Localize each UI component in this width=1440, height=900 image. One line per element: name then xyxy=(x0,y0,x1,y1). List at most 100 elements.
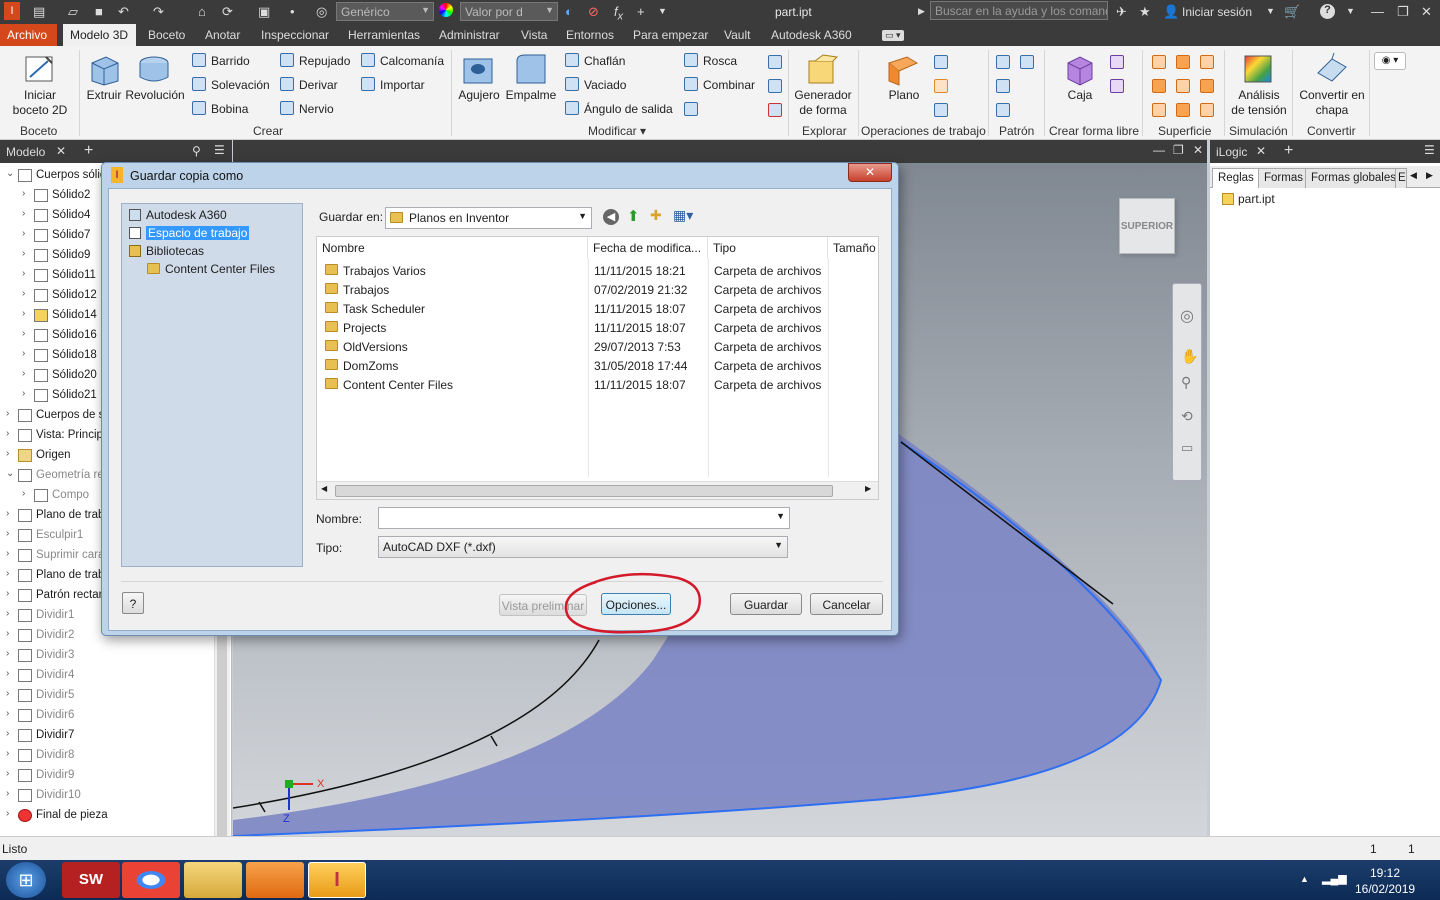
hole-icon[interactable] xyxy=(460,51,496,87)
start-sketch-icon[interactable] xyxy=(22,51,58,87)
up-folder-icon[interactable]: ⬆ xyxy=(627,207,640,225)
expand-chevron-icon[interactable]: › xyxy=(22,268,25,279)
chrome-taskbar-icon[interactable] xyxy=(122,862,180,898)
stress-analysis-icon[interactable] xyxy=(1240,51,1276,87)
browser-close-icon[interactable]: ✕ xyxy=(56,144,66,158)
file-type-select[interactable]: AutoCAD DXF (*.dxf) ▼ xyxy=(378,536,788,558)
tray-expand-icon[interactable]: ▲ xyxy=(1300,874,1309,884)
chamfer-button[interactable]: Chaflán xyxy=(565,53,625,68)
extrude-button[interactable]: Extruir xyxy=(82,88,126,102)
new-file-icon[interactable]: ▤ xyxy=(33,4,45,20)
expand-chevron-icon[interactable]: › xyxy=(6,588,9,599)
ilogic-tab[interactable]: iLogic xyxy=(1216,145,1247,159)
ilogic-tab-formas[interactable]: Formas xyxy=(1258,168,1309,188)
thicken-icon[interactable] xyxy=(1152,55,1166,69)
look-at-icon[interactable]: ▭ xyxy=(1181,440,1193,456)
ilogic-tab-e[interactable]: E xyxy=(1395,168,1407,188)
ilogic-tab-prev-icon[interactable]: ◀ xyxy=(1410,170,1417,181)
file-row[interactable]: Trabajos Varios 11/11/2015 18:21 Carpeta d… xyxy=(317,262,877,281)
draft-angle-button[interactable]: Ángulo de salida xyxy=(565,101,673,116)
work-axis-icon[interactable] xyxy=(934,55,948,69)
tab-autodesk-a360[interactable]: Autodesk A360 xyxy=(771,28,852,42)
revolve-icon[interactable] xyxy=(136,51,172,87)
browser-item[interactable]: › Dividir7 xyxy=(0,726,214,746)
solidworks-taskbar-icon[interactable]: SW xyxy=(62,862,120,898)
back-icon[interactable]: ◀ xyxy=(603,209,619,225)
update-icon[interactable]: ⟳ xyxy=(222,4,233,20)
fillet-button[interactable]: Empalme xyxy=(505,88,557,102)
trim-icon[interactable] xyxy=(1176,79,1190,93)
mirror-icon[interactable] xyxy=(1020,55,1034,69)
emboss-button[interactable]: Repujado xyxy=(280,53,350,68)
convert-sheet-metal-button[interactable]: Convertir en chapa xyxy=(1296,88,1368,118)
expand-chevron-icon[interactable]: › xyxy=(6,428,9,439)
column-tipo[interactable]: Tipo xyxy=(708,237,828,259)
expand-chevron-icon[interactable]: › xyxy=(6,768,9,779)
steering-wheel-icon[interactable]: ◎ xyxy=(1180,306,1194,326)
file-row[interactable]: Projects 11/11/2015 18:07 Carpeta de archi… xyxy=(317,319,877,338)
ucs-icon[interactable] xyxy=(934,103,948,117)
sculpt-icon[interactable] xyxy=(1200,55,1214,69)
shape-generator-button[interactable]: Generador de forma xyxy=(793,88,853,118)
ilogic-tab-reglas[interactable]: Reglas xyxy=(1212,168,1260,188)
sketch-pattern-icon[interactable] xyxy=(996,103,1010,117)
hole-button[interactable]: Agujero xyxy=(455,88,503,102)
expand-chevron-icon[interactable]: › xyxy=(22,388,25,399)
expand-chevron-icon[interactable]: › xyxy=(22,288,25,299)
help-button[interactable]: ? xyxy=(122,592,144,614)
tab-inspeccionar[interactable]: Inspeccionar xyxy=(261,28,329,42)
close-icon[interactable]: ✕ xyxy=(1421,4,1432,20)
repair-icon[interactable] xyxy=(1176,103,1190,117)
tab-anotar[interactable]: Anotar xyxy=(205,28,240,42)
zoom-icon[interactable]: ⚲ xyxy=(1181,374,1191,391)
tab-herramientas[interactable]: Herramientas xyxy=(348,28,420,42)
network-icon[interactable]: ▂▄▆ xyxy=(1322,872,1347,885)
view-menu-icon[interactable]: ▦▾ xyxy=(673,207,693,224)
split-icon[interactable] xyxy=(768,55,782,69)
clear-override-icon[interactable]: ⊘ xyxy=(588,4,599,20)
start-sketch-button[interactable]: Iniciar boceto 2D xyxy=(8,88,72,118)
rib-button[interactable]: Nervio xyxy=(280,101,334,116)
replace-face-icon[interactable] xyxy=(1152,103,1166,117)
fx-icon[interactable]: fx xyxy=(614,4,623,23)
favorites-star-icon[interactable]: ★ xyxy=(1139,4,1151,20)
ribbon-more-icon[interactable]: ◉ ▾ xyxy=(1374,52,1406,70)
windows-start-icon[interactable]: ⊞ xyxy=(6,862,46,898)
expand-chevron-icon[interactable]: › xyxy=(6,408,9,419)
save-icon[interactable]: ■ xyxy=(95,4,103,19)
expand-chevron-icon[interactable]: › xyxy=(6,688,9,699)
file-row[interactable]: Task Scheduler 11/11/2015 18:07 Carpeta de… xyxy=(317,300,877,319)
thread-button[interactable]: Rosca xyxy=(684,53,737,68)
file-row[interactable]: Trabajos 07/02/2019 21:32 Carpeta de archi… xyxy=(317,281,877,300)
save-in-combo[interactable]: Planos en Inventor ▼ xyxy=(385,207,592,229)
derive-button[interactable]: Derivar xyxy=(280,77,338,92)
expand-chevron-icon[interactable]: › xyxy=(6,448,9,459)
signin-link[interactable]: Iniciar sesión xyxy=(1182,5,1252,19)
clock-time[interactable]: 19:12 xyxy=(1370,866,1400,880)
browser-tab-modelo[interactable]: Modelo xyxy=(6,145,45,159)
restore-icon[interactable]: ❐ xyxy=(1397,4,1409,20)
group-label-modificar[interactable]: Modificar ▾ xyxy=(588,124,646,138)
plus-icon[interactable]: + xyxy=(637,4,645,19)
file-row[interactable]: DomZoms 31/05/2018 17:44 Carpeta de archiv… xyxy=(317,357,877,376)
loft-button[interactable]: Solevación xyxy=(192,77,270,92)
tab-para-empezar[interactable]: Para empezar xyxy=(633,28,708,42)
expand-chevron-icon[interactable]: › xyxy=(6,548,9,559)
expand-chevron-icon[interactable]: ⌄ xyxy=(6,168,14,179)
freeform-face-icon[interactable] xyxy=(1110,55,1124,69)
expand-chevron-icon[interactable]: › xyxy=(6,528,9,539)
expand-chevron-icon[interactable]: › xyxy=(6,728,9,739)
expand-chevron-icon[interactable]: › xyxy=(6,748,9,759)
expand-chevron-icon[interactable]: › xyxy=(6,628,9,639)
ribbon-display-toggle[interactable]: ▭ ▾ xyxy=(882,30,904,41)
ilogic-tab-formas-globales[interactable]: Formas globales xyxy=(1305,168,1403,188)
stitch-icon[interactable] xyxy=(1176,55,1190,69)
expand-chevron-icon[interactable]: › xyxy=(6,568,9,579)
place-bibliotecas[interactable]: Bibliotecas xyxy=(126,242,207,260)
orbit-icon[interactable]: ⟲ xyxy=(1181,408,1193,425)
home-icon[interactable]: ⌂ xyxy=(198,4,206,19)
expand-chevron-icon[interactable]: › xyxy=(6,508,9,519)
rect-pattern-icon[interactable] xyxy=(996,55,1010,69)
stress-analysis-button[interactable]: Análisis de tensión xyxy=(1228,88,1290,118)
customize-chevron-icon[interactable]: ▼ xyxy=(658,6,667,16)
